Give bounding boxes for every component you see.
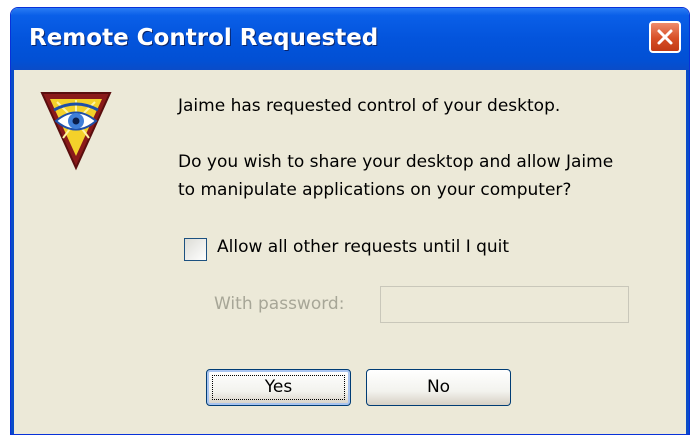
password-label: With password: bbox=[214, 294, 345, 314]
yes-button[interactable]: Yes bbox=[206, 369, 351, 406]
focus-rectangle bbox=[212, 375, 345, 400]
no-button[interactable]: No bbox=[366, 369, 511, 406]
eye-triangle-icon bbox=[40, 92, 112, 171]
close-icon bbox=[657, 29, 673, 45]
dialog-window: Remote Control Requested Jaime has reque… bbox=[10, 7, 690, 435]
title-bar[interactable]: Remote Control Requested bbox=[11, 8, 689, 70]
allow-all-label[interactable]: Allow all other requests until I quit bbox=[217, 237, 509, 257]
question-line-1: Do you wish to share your desktop and al… bbox=[178, 152, 614, 172]
close-button[interactable] bbox=[649, 21, 681, 53]
question-line-2: to manipulate applications on your compu… bbox=[178, 180, 572, 200]
no-button-label: No bbox=[426, 377, 451, 397]
allow-all-checkbox[interactable] bbox=[184, 238, 207, 261]
dialog-title: Remote Control Requested bbox=[29, 25, 379, 51]
request-message: Jaime has requested control of your desk… bbox=[178, 96, 561, 116]
password-field[interactable] bbox=[380, 286, 629, 323]
